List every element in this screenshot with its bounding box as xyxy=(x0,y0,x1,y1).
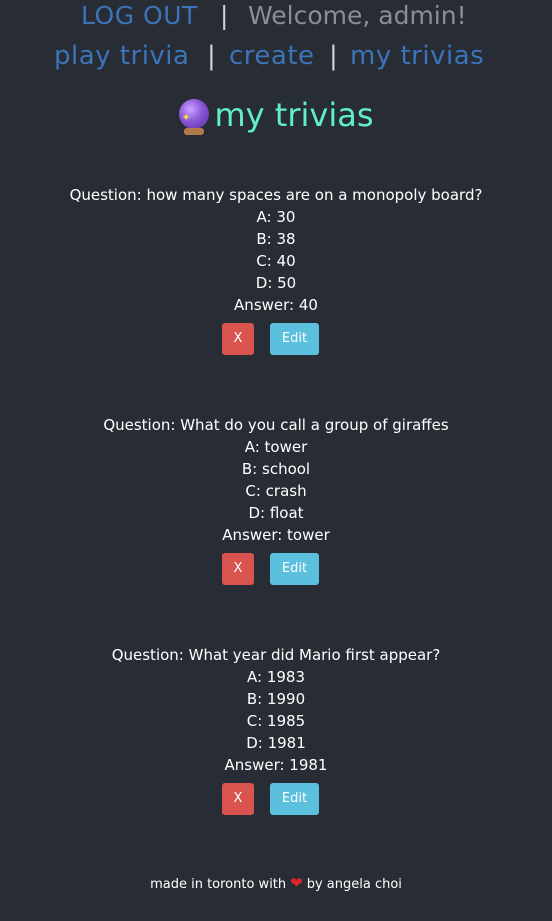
nav-separator: | xyxy=(329,41,338,71)
edit-trivia-button[interactable]: Edit xyxy=(270,783,319,815)
trivia-option-a: A: 1983 xyxy=(247,668,305,686)
nav-separator: | xyxy=(207,41,216,71)
heart-icon: ❤ xyxy=(290,874,303,892)
nav-play-trivia-link[interactable]: play trivia xyxy=(54,40,189,72)
trivia-actions: X Edit xyxy=(0,323,552,355)
trivia-answer: Answer: 1981 xyxy=(224,756,328,774)
footer-suffix: by angela choi xyxy=(306,877,402,892)
delete-trivia-button[interactable]: X xyxy=(222,783,254,815)
trivia-option-d: D: 50 xyxy=(255,274,297,292)
logout-link[interactable]: LOG OUT xyxy=(81,0,198,32)
trivia-card: Question: What do you call a group of gi… xyxy=(0,414,552,585)
edit-trivia-button[interactable]: Edit xyxy=(270,553,319,585)
delete-trivia-button[interactable]: X xyxy=(222,553,254,585)
page: LOG OUT | Welcome, admin! play trivia | … xyxy=(0,0,552,921)
edit-trivia-button[interactable]: Edit xyxy=(270,323,319,355)
delete-trivia-button[interactable]: X xyxy=(222,323,254,355)
trivia-option-d: D: 1981 xyxy=(246,734,306,752)
trivia-card: Question: how many spaces are on a monop… xyxy=(0,184,552,355)
header-separator: | xyxy=(220,1,229,30)
trivia-answer: Answer: tower xyxy=(222,526,330,544)
crystal-ball-icon: ✦ xyxy=(178,99,209,135)
trivia-option-b: B: school xyxy=(241,460,311,478)
page-title-text: my trivias xyxy=(214,96,374,134)
trivia-actions: X Edit xyxy=(0,553,552,585)
trivia-question: Question: What year did Mario first appe… xyxy=(111,646,441,664)
nav-create-link[interactable]: create xyxy=(229,40,315,72)
trivia-option-c: C: 40 xyxy=(256,252,296,270)
trivia-option-b: B: 38 xyxy=(256,230,296,248)
trivia-option-c: C: crash xyxy=(245,482,307,500)
trivia-option-d: D: float xyxy=(248,504,304,522)
trivia-answer: Answer: 40 xyxy=(234,296,318,314)
top-bar: LOG OUT | Welcome, admin! xyxy=(0,0,552,34)
trivia-option-a: A: 30 xyxy=(256,208,296,226)
trivia-option-c: C: 1985 xyxy=(246,712,306,730)
trivia-question: Question: What do you call a group of gi… xyxy=(103,416,449,434)
trivia-question: Question: how many spaces are on a monop… xyxy=(69,186,483,204)
welcome-text: Welcome, admin! xyxy=(248,1,467,30)
trivia-option-a: A: tower xyxy=(244,438,308,456)
trivia-card: Question: What year did Mario first appe… xyxy=(0,644,552,815)
page-title: ✦ my trivias xyxy=(0,92,552,138)
trivia-actions: X Edit xyxy=(0,783,552,815)
nav-bar: play trivia | create | my trivias xyxy=(0,40,552,74)
nav-my-trivias-link[interactable]: my trivias xyxy=(350,40,484,72)
footer-prefix: made in toronto with xyxy=(150,877,287,892)
trivia-option-b: B: 1990 xyxy=(246,690,306,708)
footer: made in toronto with ❤ by angela choi xyxy=(0,873,552,893)
